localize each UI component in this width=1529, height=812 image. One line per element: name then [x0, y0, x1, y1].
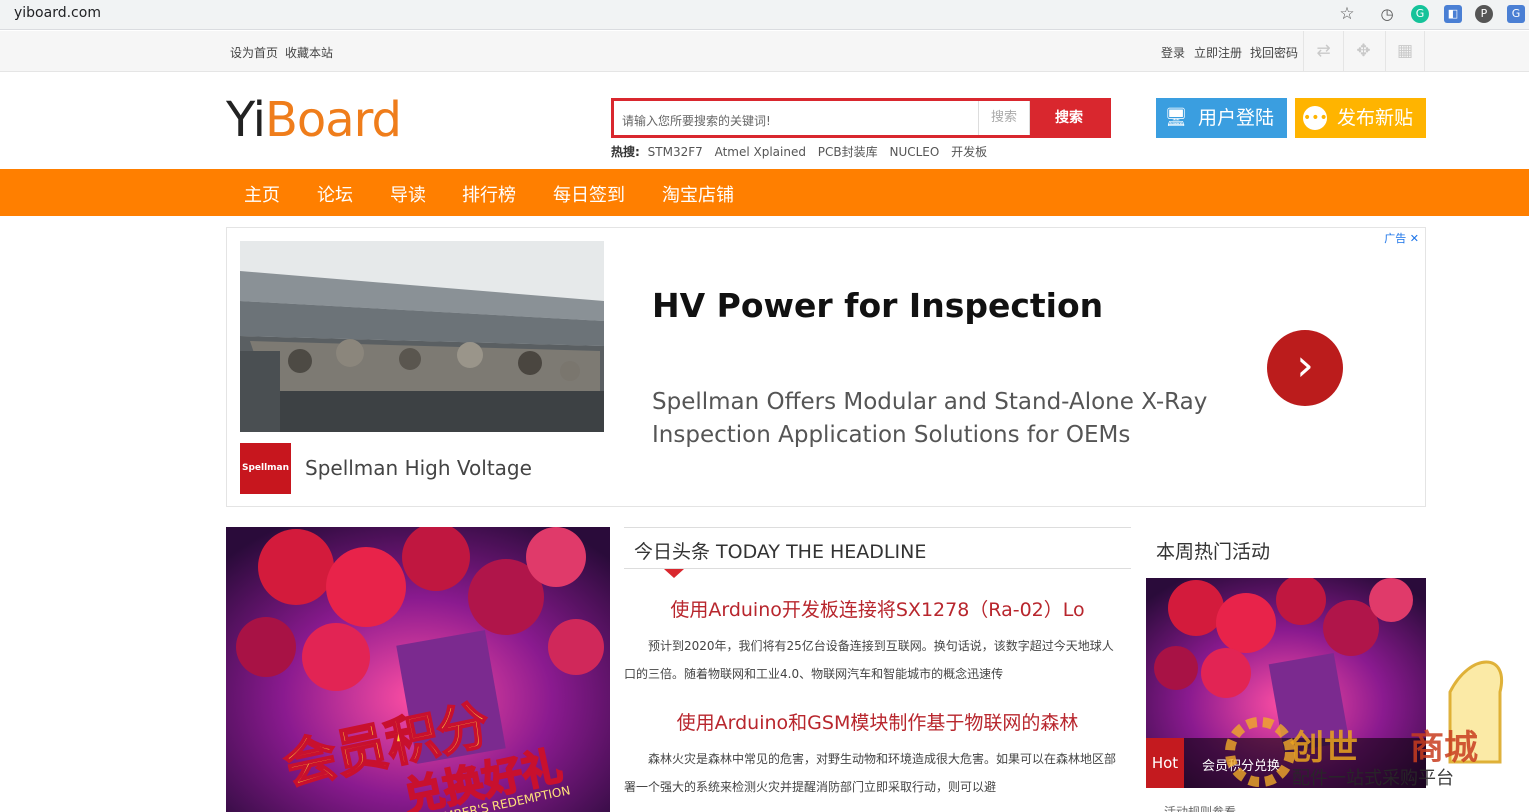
monitor-icon: 🖥 [1164, 107, 1188, 128]
grid-icon[interactable]: ▦ [1385, 31, 1425, 72]
article-summary: 预计到2020年，我们将有25亿台设备连接到互联网。换句话说，该数字超过今天地球… [624, 639, 1114, 681]
ad-title[interactable]: HV Power for Inspection [652, 286, 1103, 325]
bookmark-star-icon[interactable]: ☆ [1338, 5, 1356, 23]
search-button[interactable]: 搜索 [1030, 101, 1108, 135]
register-link[interactable]: 立即注册 [1194, 44, 1242, 61]
ad-conveyor-image [240, 241, 604, 432]
headline-article: 使用Arduino开发板连接将SX1278（Ra-02）Lo 预计到2020年，… [624, 595, 1131, 688]
nav-daily-checkin[interactable]: 每日签到 [553, 181, 625, 207]
chat-icon: ••• [1303, 106, 1328, 130]
headline-header: 今日头条 TODAY THE HEADLINE [624, 527, 1131, 578]
ad-label[interactable]: 广告 ✕ [1384, 230, 1419, 246]
headline-section: 今日头条 TODAY THE HEADLINE 使用Arduino开发板连接将S… [624, 527, 1131, 812]
shuffle-icon[interactable]: ⇄ [1303, 31, 1343, 72]
hot-term[interactable]: STM32F7 [648, 145, 703, 159]
promo-banner-image[interactable]: 会员积分 兑换好礼 MEMBER'S REDEMPTION [226, 527, 610, 812]
grammarly-icon[interactable]: G [1411, 5, 1429, 23]
set-homepage-link[interactable]: 设为首页 [230, 44, 278, 61]
top-utility-bar: 设为首页 收藏本站 登录 立即注册 找回密码 ⇄ ✥ ▦ [0, 31, 1529, 72]
article-title[interactable]: 使用Arduino和GSM模块制作基于物联网的森林 [624, 708, 1131, 735]
logo-board: Board [264, 92, 402, 148]
ad-brand[interactable]: Spellman High Voltage [305, 456, 532, 480]
pinterest-icon[interactable]: P [1475, 5, 1493, 23]
site-logo[interactable]: YiBoard [226, 92, 402, 148]
search-input[interactable]: 请输入您所要搜索的关键词! [622, 112, 771, 129]
nav-taobao-shop[interactable]: 淘宝店铺 [662, 181, 734, 207]
ad-label-text: 广告 [1384, 232, 1407, 245]
ad-description[interactable]: Spellman Offers Modular and Stand-Alone … [652, 386, 1212, 452]
new-post-button[interactable]: ••• 发布新贴 [1295, 98, 1426, 138]
new-post-label: 发布新贴 [1337, 107, 1414, 129]
nav-ranking[interactable]: 排行榜 [462, 181, 516, 207]
hot-searches: 热搜: STM32F7 Atmel Xplained PCB封装库 NUCLEO… [611, 143, 995, 160]
move-icon[interactable]: ✥ [1343, 31, 1383, 72]
hot-caption-bar [1146, 738, 1426, 788]
article-summary: 森林火灾是森林中常见的危害，对野生动物和环境造成很大危害。如果可以在森林地区部署… [624, 752, 1117, 794]
advertisement[interactable]: Spellman Spellman High Voltage HV Power … [226, 227, 1426, 507]
translate-icon[interactable]: G [1507, 5, 1525, 23]
search-scope-select[interactable]: 搜索 [978, 101, 1030, 135]
hot-term[interactable]: NUCLEO [889, 145, 939, 159]
article-title[interactable]: 使用Arduino开发板连接将SX1278（Ra-02）Lo [624, 595, 1131, 622]
close-icon[interactable]: ✕ [1410, 232, 1419, 245]
extension-icon[interactable]: ◧ [1444, 5, 1462, 23]
user-login-button[interactable]: 🖥 用户登陆 [1156, 98, 1287, 138]
side-title: 本周热门活动 [1156, 541, 1271, 563]
timer-icon[interactable]: ◷ [1378, 5, 1396, 23]
forgot-password-link[interactable]: 找回密码 [1250, 44, 1298, 61]
chevron-right-icon[interactable]: › [1267, 330, 1343, 406]
nav-forum[interactable]: 论坛 [317, 181, 353, 207]
user-login-label: 用户登陆 [1198, 107, 1275, 129]
main-nav: 主页 论坛 导读 排行榜 每日签到 淘宝店铺 [0, 169, 1529, 216]
hot-caption[interactable]: 会员积分兑换 [1202, 755, 1280, 774]
hot-badge: Hot [1146, 738, 1184, 788]
hot-term[interactable]: PCB封装库 [818, 145, 878, 159]
search-box: 请输入您所要搜索的关键词! 搜索 搜索 [611, 98, 1111, 138]
activity-rule-link[interactable]: 活动规则参看 [1164, 803, 1236, 812]
headline-article: 使用Arduino和GSM模块制作基于物联网的森林 森林火灾是森林中常见的危害，… [624, 708, 1131, 801]
login-link[interactable]: 登录 [1161, 44, 1185, 61]
bookmark-site-link[interactable]: 收藏本站 [285, 44, 333, 61]
hot-searches-label: 热搜: [611, 145, 640, 159]
nav-guide[interactable]: 导读 [390, 181, 426, 207]
nav-home[interactable]: 主页 [244, 181, 280, 207]
hot-term[interactable]: 开发板 [951, 145, 987, 159]
url-text[interactable]: yiboard.com [14, 5, 101, 21]
hot-term[interactable]: Atmel Xplained [715, 145, 806, 159]
browser-address-bar: yiboard.com ☆ ◷ G ◧ P G [0, 0, 1529, 30]
logo-yi: Yi [226, 92, 266, 148]
weekly-hot-activities: 本周热门活动 Hot 会员积分兑换 活动规则参看 [1146, 527, 1426, 812]
spellman-logo: Spellman [240, 443, 291, 494]
headline-heading: 今日头条 TODAY THE HEADLINE [634, 541, 927, 563]
triangle-down-icon [664, 569, 684, 578]
